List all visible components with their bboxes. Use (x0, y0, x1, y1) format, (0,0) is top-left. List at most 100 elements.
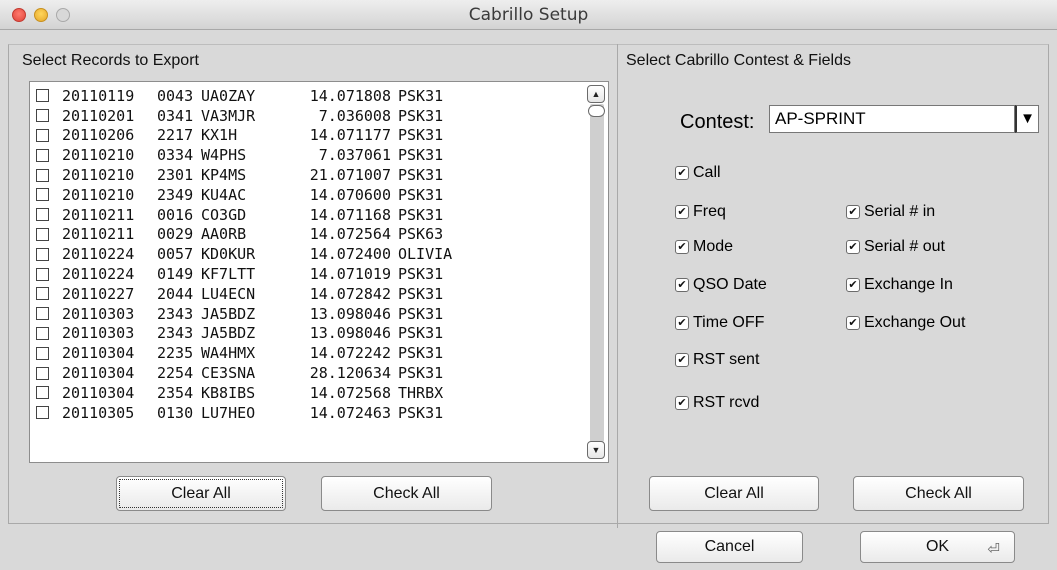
list-item[interactable]: 20110210 2301 KP4MS 21.071007 PSK31 (30, 165, 580, 185)
record-date: 20110206 (62, 126, 135, 145)
record-freq: 13.098046 (309, 324, 391, 343)
list-item[interactable]: 20110224 0057 KD0KUR 14.072400 OLIVIA (30, 244, 580, 264)
record-call: LU4ECN (201, 284, 256, 303)
record-time: 0057 (157, 245, 194, 264)
footer-divider (8, 523, 1049, 524)
records-clear-all-button[interactable]: Clear All (116, 476, 286, 511)
fields-clear-all-button[interactable]: Clear All (649, 476, 819, 511)
record-call: KU4AC (201, 185, 247, 204)
checkmark-icon: ✔ (675, 396, 689, 410)
field-serial-out-checkbox[interactable]: ✔ Serial # out (846, 238, 945, 256)
record-date: 20110210 (62, 146, 135, 165)
record-checkbox[interactable] (36, 227, 49, 241)
record-checkbox[interactable] (36, 267, 49, 281)
record-checkbox[interactable] (36, 89, 49, 103)
field-exchange-out-label: Exchange Out (864, 314, 966, 331)
records-check-all-button[interactable]: Check All (321, 476, 492, 511)
record-time: 2343 (157, 304, 194, 323)
record-checkbox[interactable] (36, 188, 49, 202)
field-serial-in-label: Serial # in (864, 203, 936, 220)
record-mode: PSK31 (398, 106, 444, 125)
record-freq: 14.071168 (309, 205, 391, 224)
record-checkbox[interactable] (36, 168, 49, 182)
field-exchange-in-checkbox[interactable]: ✔ Exchange In (846, 276, 953, 294)
checkmark-icon: ✔ (846, 240, 860, 254)
scroll-down-icon[interactable]: ▼ (587, 441, 605, 459)
chevron-down-icon[interactable]: ▼ (1015, 105, 1039, 133)
list-item[interactable]: 20110304 2254 CE3SNA 28.120634 PSK31 (30, 363, 580, 383)
record-time: 2343 (157, 324, 194, 343)
field-serial-in-checkbox[interactable]: ✔ Serial # in (846, 203, 935, 221)
record-mode: PSK31 (398, 265, 444, 284)
list-item[interactable]: 20110303 2343 JA5BDZ 13.098046 PSK31 (30, 324, 580, 344)
list-item[interactable]: 20110206 2217 KX1H 14.071177 PSK31 (30, 126, 580, 146)
records-list[interactable]: 20110119 0043 UA0ZAY 14.071808 PSK31 20110201… (29, 81, 609, 463)
record-mode: PSK31 (398, 166, 444, 185)
scroll-up-icon[interactable]: ▲ (587, 85, 605, 103)
field-exchange-out-checkbox[interactable]: ✔ Exchange Out (846, 314, 965, 332)
list-item[interactable]: 20110201 0341 VA3MJR 7.036008 PSK31 (30, 106, 580, 126)
record-checkbox[interactable] (36, 326, 49, 340)
record-freq: 14.072463 (309, 403, 391, 422)
field-call-checkbox[interactable]: ✔ Call (675, 164, 721, 182)
list-item[interactable]: 20110211 0029 AA0RB 14.072564 PSK63 (30, 225, 580, 245)
record-date: 20110304 (62, 344, 135, 363)
record-call: JA5BDZ (201, 304, 256, 323)
list-item[interactable]: 20110119 0043 UA0ZAY 14.071808 PSK31 (30, 86, 580, 106)
field-time-off-label: Time OFF (693, 314, 765, 331)
record-call: CE3SNA (201, 364, 256, 383)
field-rst-rcvd-checkbox[interactable]: ✔ RST rcvd (675, 394, 759, 412)
record-call: CO3GD (201, 205, 247, 224)
checkmark-icon: ✔ (675, 316, 689, 330)
record-checkbox[interactable] (36, 208, 49, 222)
contest-select[interactable]: AP-SPRINT (769, 105, 1015, 133)
cancel-button[interactable]: Cancel (656, 531, 803, 563)
field-rst-sent-checkbox[interactable]: ✔ RST sent (675, 351, 759, 369)
record-freq: 14.071808 (309, 86, 391, 105)
list-item[interactable]: 20110211 0016 CO3GD 14.071168 PSK31 (30, 205, 580, 225)
field-mode-checkbox[interactable]: ✔ Mode (675, 238, 733, 256)
checkmark-icon: ✔ (675, 166, 689, 180)
list-item[interactable]: 20110305 0130 LU7HEO 14.072463 PSK31 (30, 403, 580, 423)
record-call: JA5BDZ (201, 324, 256, 343)
list-item[interactable]: 20110210 2349 KU4AC 14.070600 PSK31 (30, 185, 580, 205)
scrollbar-track[interactable] (590, 104, 604, 442)
record-checkbox[interactable] (36, 406, 49, 420)
record-checkbox[interactable] (36, 247, 49, 261)
field-qso-date-checkbox[interactable]: ✔ QSO Date (675, 276, 767, 294)
record-time: 2235 (157, 344, 194, 363)
field-freq-checkbox[interactable]: ✔ Freq (675, 203, 726, 221)
list-item[interactable]: 20110227 2044 LU4ECN 14.072842 PSK31 (30, 284, 580, 304)
record-checkbox[interactable] (36, 386, 49, 400)
field-mode-label: Mode (693, 238, 734, 255)
list-item[interactable]: 20110303 2343 JA5BDZ 13.098046 PSK31 (30, 304, 580, 324)
record-freq: 14.072564 (309, 225, 391, 244)
fields-check-all-button[interactable]: Check All (853, 476, 1024, 511)
record-mode: PSK31 (398, 126, 444, 145)
ok-button[interactable]: OK ⏎ (860, 531, 1015, 563)
list-item[interactable]: 20110304 2354 KB8IBS 14.072568 THRBX (30, 383, 580, 403)
record-checkbox[interactable] (36, 109, 49, 123)
record-checkbox[interactable] (36, 287, 49, 301)
record-call: WA4HMX (201, 344, 256, 363)
record-mode: THRBX (398, 383, 444, 402)
ok-button-label: OK (925, 538, 950, 555)
list-item[interactable]: 20110304 2235 WA4HMX 14.072242 PSK31 (30, 343, 580, 363)
record-checkbox[interactable] (36, 346, 49, 360)
list-item[interactable]: 20110210 0334 W4PHS 7.037061 PSK31 (30, 145, 580, 165)
record-checkbox[interactable] (36, 148, 49, 162)
scrollbar-thumb[interactable] (588, 105, 605, 117)
record-freq: 28.120634 (309, 364, 391, 383)
record-call: VA3MJR (201, 106, 256, 125)
record-checkbox[interactable] (36, 307, 49, 321)
field-time-off-checkbox[interactable]: ✔ Time OFF (675, 314, 764, 332)
record-checkbox[interactable] (36, 366, 49, 380)
record-call: UA0ZAY (201, 86, 256, 105)
record-mode: PSK31 (398, 364, 444, 383)
records-scrollbar[interactable]: ▲ ▼ (582, 82, 608, 462)
record-time: 0149 (157, 265, 194, 284)
record-call: AA0RB (201, 225, 247, 244)
record-time: 2301 (157, 166, 194, 185)
record-checkbox[interactable] (36, 128, 49, 142)
list-item[interactable]: 20110224 0149 KF7LTT 14.071019 PSK31 (30, 264, 580, 284)
